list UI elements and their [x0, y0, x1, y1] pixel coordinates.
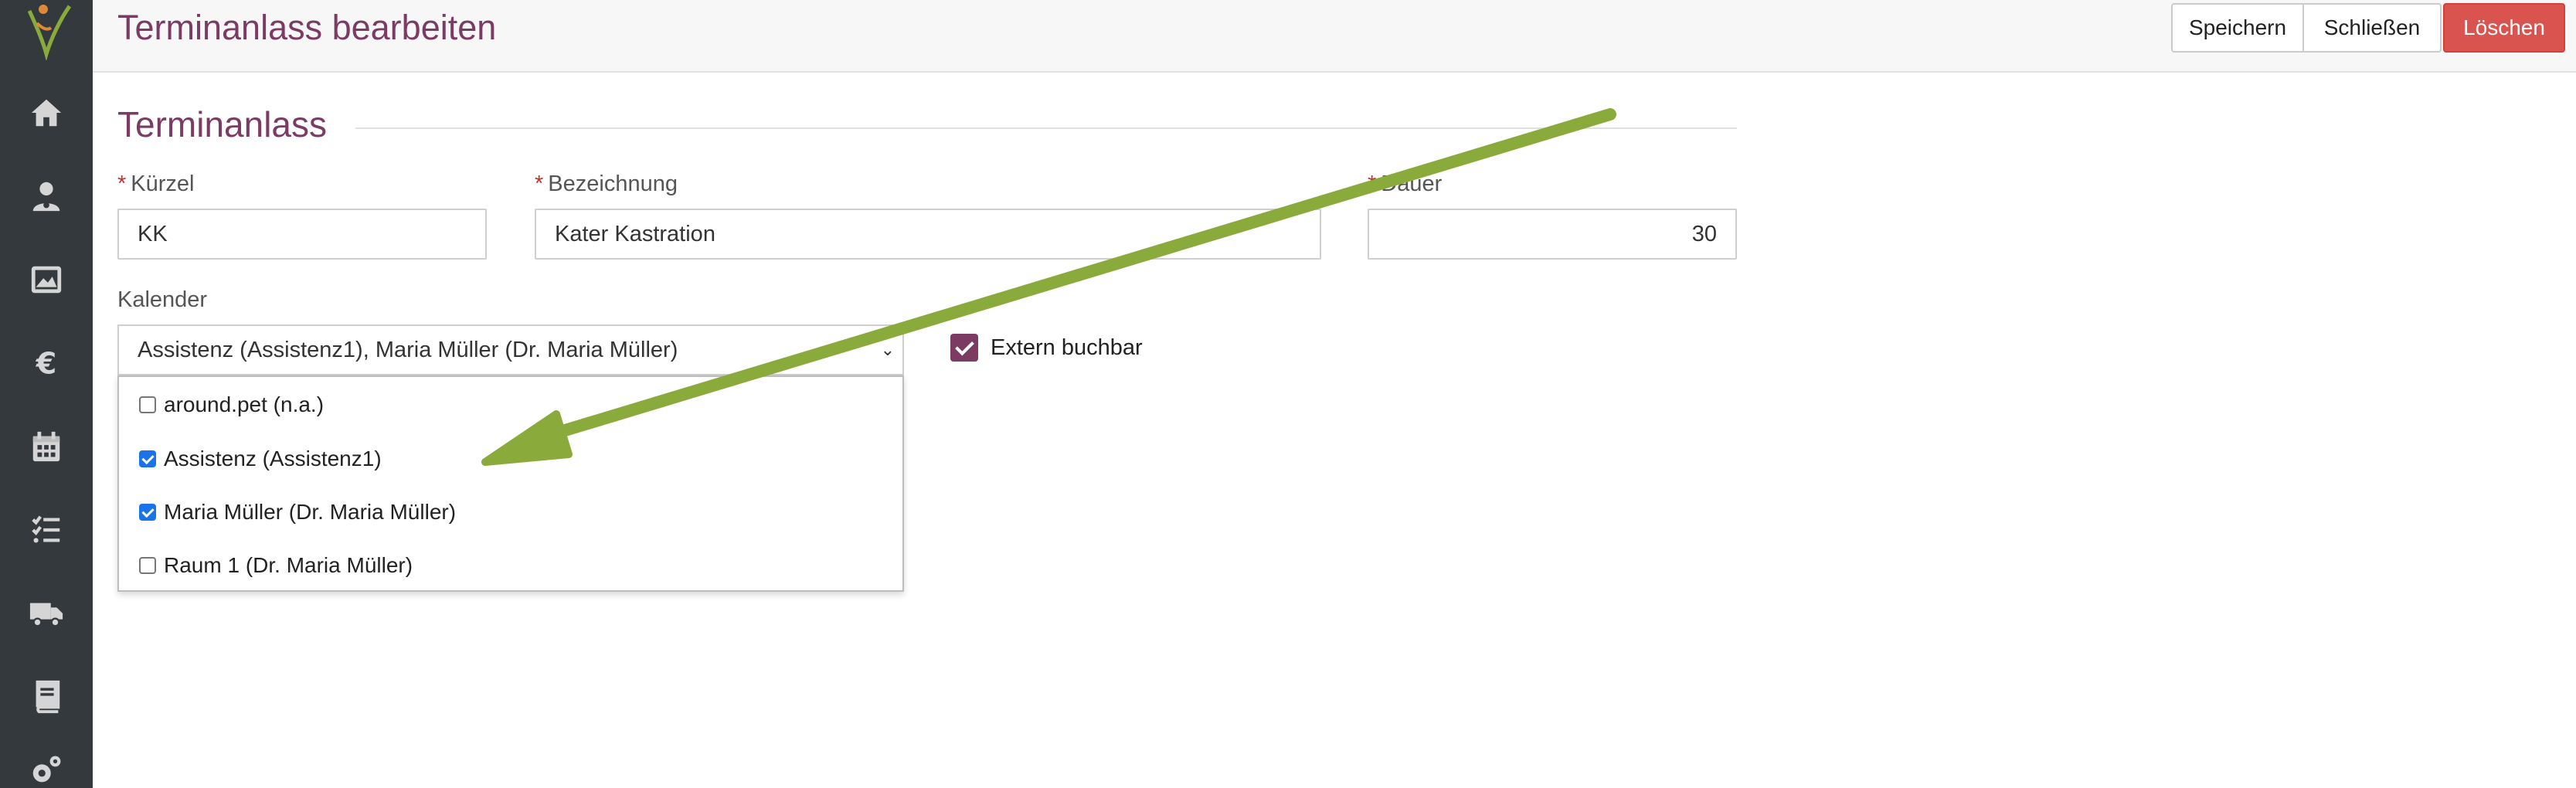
close-button[interactable]: Schließen: [2304, 3, 2442, 53]
option-checkbox[interactable]: [139, 504, 156, 521]
nav-tasks[interactable]: [0, 491, 93, 569]
checkbox-checked-icon: [950, 334, 978, 362]
save-button[interactable]: Speichern: [2171, 3, 2304, 53]
nav-book[interactable]: [0, 658, 93, 735]
tasks-icon: [32, 515, 60, 543]
option-checkbox[interactable]: [139, 396, 156, 413]
settings-icon: [32, 756, 61, 783]
extern-buchbar-checkbox[interactable]: Extern buchbar: [950, 334, 1143, 362]
svg-text:€: €: [36, 346, 57, 381]
kalender-label: Kalender: [117, 287, 208, 312]
image-icon: [31, 266, 62, 294]
section-title: Terminanlass: [117, 104, 327, 144]
extern-buchbar-label: Extern buchbar: [991, 335, 1143, 360]
book-icon: [36, 680, 60, 714]
kuerzel-label: * Kürzel: [117, 172, 195, 197]
option-label: Maria Müller (Dr. Maria Müller): [164, 500, 457, 524]
bezeichnung-label: * Bezeichnung: [535, 172, 678, 197]
dauer-label-text: Dauer: [1381, 172, 1443, 196]
kalender-option[interactable]: Assistenz (Assistenz1): [139, 443, 382, 474]
kalender-option[interactable]: around.pet (n.a.): [139, 389, 324, 420]
dauer-input[interactable]: 30: [1368, 209, 1737, 260]
dauer-label: * Dauer: [1368, 172, 1442, 197]
sidebar: €: [0, 0, 93, 788]
kalender-dropdown: around.pet (n.a.) Assistenz (Assistenz1)…: [117, 375, 904, 592]
nav-finance[interactable]: €: [0, 324, 93, 402]
option-label: Raum 1 (Dr. Maria Müller): [164, 553, 413, 577]
kalender-option[interactable]: Maria Müller (Dr. Maria Müller): [139, 497, 456, 528]
required-mark: *: [117, 172, 127, 196]
option-checkbox[interactable]: [139, 557, 156, 574]
truck-icon: [29, 603, 63, 627]
section-divider: [355, 127, 1737, 129]
patient-icon: [32, 182, 60, 212]
kuerzel-input[interactable]: KK: [117, 209, 487, 260]
nav-settings[interactable]: [0, 742, 93, 788]
home-icon: [31, 99, 62, 127]
nav-calendar[interactable]: [0, 408, 93, 485]
calendar-icon: [32, 431, 60, 462]
required-mark: *: [535, 172, 544, 196]
kalender-select[interactable]: Assistenz (Assistenz1), Maria Müller (Dr…: [117, 324, 904, 375]
kalender-option[interactable]: Raum 1 (Dr. Maria Müller): [139, 550, 413, 581]
bezeichnung-label-text: Bezeichnung: [548, 172, 678, 196]
option-label: Assistenz (Assistenz1): [164, 447, 382, 470]
bezeichnung-input[interactable]: Kater Kastration: [535, 209, 1321, 260]
nav-images[interactable]: [0, 241, 93, 318]
nav-home[interactable]: [0, 74, 93, 151]
kuerzel-label-text: Kürzel: [131, 172, 195, 196]
nav-patients[interactable]: [0, 158, 93, 235]
page-title: Terminanlass bearbeiten: [117, 8, 497, 47]
nav-delivery[interactable]: [0, 575, 93, 652]
app-logo[interactable]: [15, 0, 77, 62]
delete-button[interactable]: Löschen: [2443, 3, 2565, 53]
required-mark: *: [1368, 172, 1377, 196]
kalender-selected-value: Assistenz (Assistenz1), Maria Müller (Dr…: [138, 337, 678, 362]
option-checkbox[interactable]: [139, 450, 156, 467]
euro-icon: €: [36, 346, 57, 381]
chevron-down-icon: ⌄: [880, 340, 895, 359]
option-label: around.pet (n.a.): [164, 392, 325, 416]
